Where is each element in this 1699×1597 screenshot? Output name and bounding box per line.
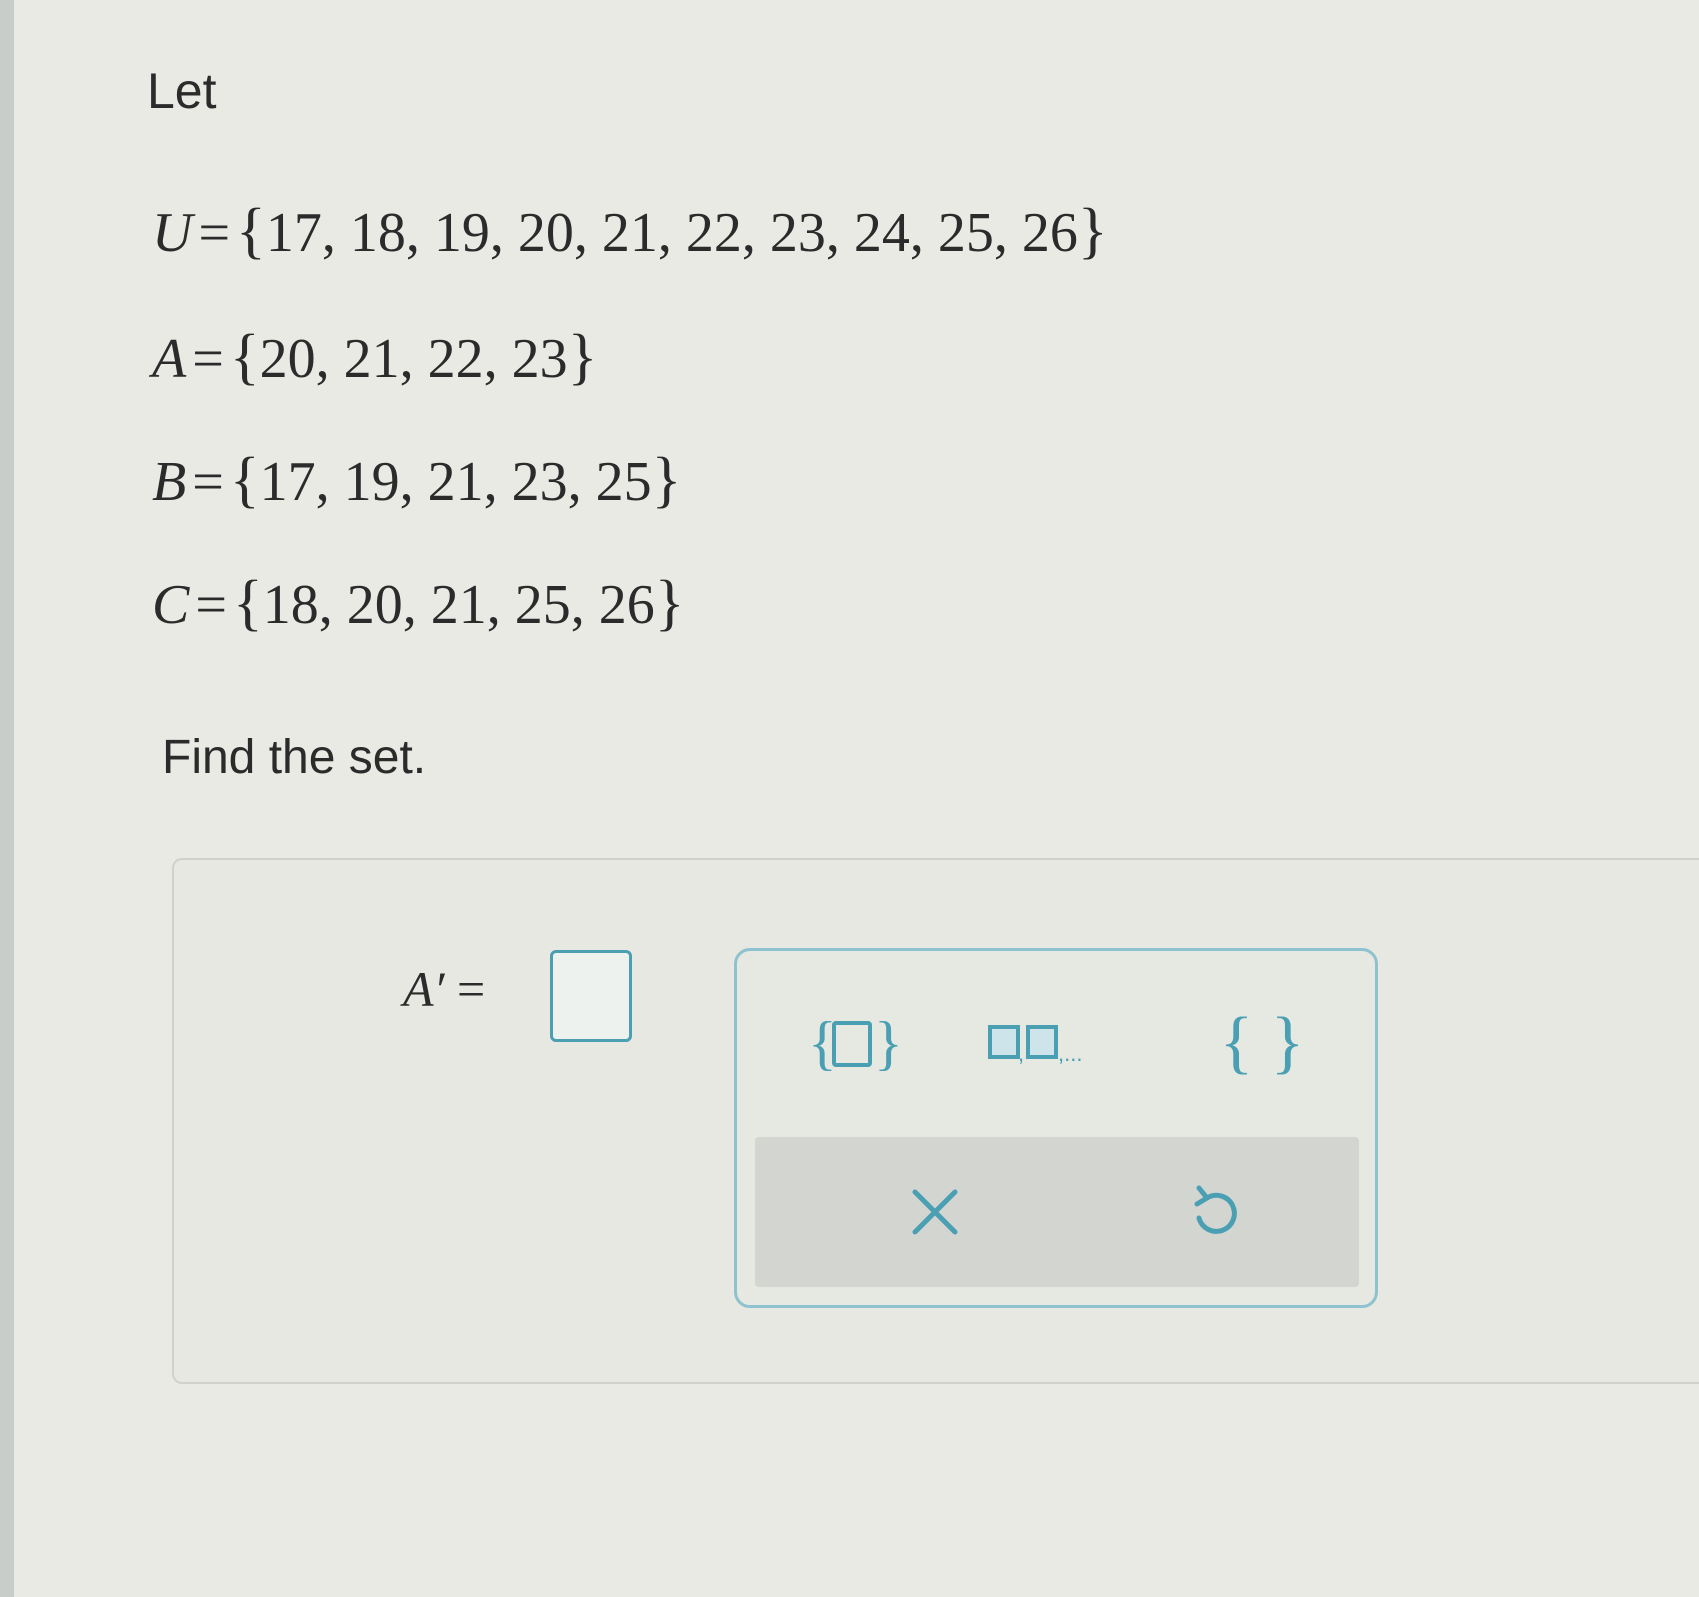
close-brace: } (651, 446, 682, 514)
open-brace: { (229, 323, 260, 391)
set-elements: 18, 20, 21, 25, 26 (262, 574, 655, 636)
answer-input[interactable] (550, 950, 632, 1042)
undo-icon (1194, 1185, 1237, 1234)
set-template-button[interactable]: { } (797, 1003, 907, 1083)
screen-edge (0, 0, 14, 1597)
close-brace: } (1077, 197, 1108, 265)
set-b-definition: B ={17, 19, 21, 23, 25} (152, 445, 681, 516)
equals-sign: = (198, 202, 231, 264)
close-brace: } (654, 569, 685, 637)
equals-sign: = (192, 451, 224, 513)
open-brace: { (236, 197, 266, 265)
empty-braces-icon: { } (1219, 1004, 1305, 1081)
equals-sign: = (192, 328, 224, 390)
open-brace: { (229, 446, 260, 514)
empty-set-button[interactable]: { } (1207, 1003, 1317, 1083)
boxes-list-icon: , ,... (988, 1025, 1082, 1066)
clear-button[interactable] (885, 1167, 985, 1257)
set-name: A (152, 328, 187, 390)
answer-label: A′ = (403, 960, 485, 1018)
open-brace: { (232, 569, 263, 637)
undo-button[interactable] (1165, 1167, 1265, 1257)
set-elements: 17, 18, 19, 20, 21, 22, 23, 24, 25, 26 (265, 202, 1078, 264)
x-icon (912, 1189, 958, 1235)
question-prompt: Find the set. (162, 731, 427, 784)
set-elements: 20, 21, 22, 23 (259, 328, 568, 390)
close-brace: } (567, 323, 598, 391)
set-a-definition: A ={20, 21, 22, 23} (152, 322, 597, 393)
svg-text:,...: ,... (1058, 1041, 1082, 1066)
answer-variable: A′ (403, 961, 445, 1017)
svg-text:,: , (1018, 1041, 1024, 1066)
set-elements: 17, 19, 21, 23, 25 (259, 451, 652, 513)
set-u-definition: U ={17, 18, 19, 20, 21, 22, 23, 24, 25, 2… (152, 196, 1108, 267)
intro-text: Let (147, 63, 217, 119)
set-name: B (152, 451, 187, 513)
math-palette: { } , ,... { } (734, 948, 1378, 1308)
palette-action-bar (755, 1137, 1359, 1287)
answer-equals: = (456, 961, 486, 1017)
set-name: U (152, 202, 193, 264)
list-template-button[interactable]: , ,... (977, 1003, 1127, 1083)
svg-text:}: } (874, 1010, 900, 1076)
set-name: C (152, 574, 190, 636)
braces-with-box-icon: { } (808, 1010, 900, 1076)
set-c-definition: C ={18, 20, 21, 25, 26} (152, 568, 684, 639)
equals-sign: = (195, 574, 227, 636)
